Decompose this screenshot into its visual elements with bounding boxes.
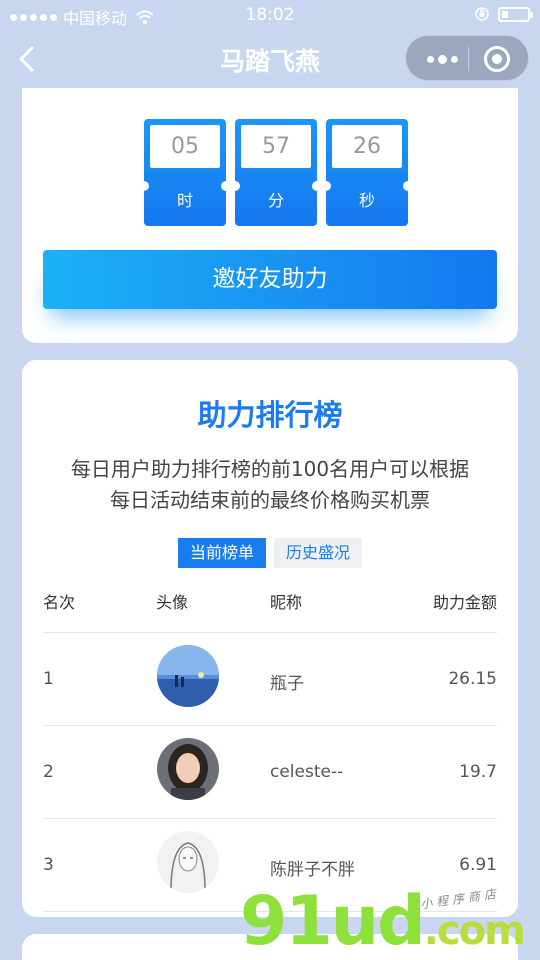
ranking-card: 助力排行榜 每日用户助力排行榜的前100名用户可以根据 每日活动结束前的最终价格… <box>22 360 518 917</box>
ranking-description: 每日用户助力排行榜的前100名用户可以根据 每日活动结束前的最终价格购买机票 <box>32 454 508 516</box>
header-rank: 名次 <box>43 593 76 612</box>
row-nickname: 陈胖子不胖 <box>270 860 355 880</box>
watermark-logo: 91ud.com 小程序商店 <box>240 884 540 960</box>
rotation-lock-icon <box>475 7 489 21</box>
row-nickname: celeste-- <box>270 762 344 782</box>
battery-icon <box>498 6 533 22</box>
header-avatar: 头像 <box>156 593 189 612</box>
ranking-description-line2: 每日活动结束前的最终价格购买机票 <box>110 488 430 512</box>
countdown-minutes: 57 分 <box>230 119 322 226</box>
ranking-description-line1: 每日用户助力排行榜的前100名用户可以根据 <box>70 457 470 481</box>
ranking-tabs: 当前榜单 历史盛况 <box>22 538 518 568</box>
status-right <box>474 6 533 22</box>
hours-value: 05 <box>150 125 220 168</box>
status-time: 18:02 <box>245 5 295 25</box>
minutes-label: 分 <box>267 191 284 210</box>
table-row[interactable]: 1 瓶子 26.15 <box>43 633 497 726</box>
tab-current-ranking[interactable]: 当前榜单 <box>177 538 266 568</box>
mini-program-capsule <box>405 35 529 81</box>
row-amount: 26.15 <box>448 669 497 689</box>
nav-bar: 马踏飞燕 <box>0 30 540 88</box>
more-menu-button[interactable] <box>420 36 464 82</box>
avatar <box>157 738 219 800</box>
row-amount: 6.91 <box>459 855 497 875</box>
invite-friends-button[interactable]: 邀好友助力 <box>43 250 497 309</box>
table-row[interactable]: 2 celeste-- 19.7 <box>43 726 497 819</box>
capsule-divider <box>468 47 469 71</box>
ranking-table: 名次 头像 昵称 助力金额 1 瓶子 26.15 2 celeste-- 19.… <box>43 576 497 912</box>
row-rank: 1 <box>43 669 54 689</box>
close-mini-program-button[interactable] <box>484 46 510 72</box>
countdown-card: 05 时 57 分 26 秒 邀好友助力 <box>22 88 518 343</box>
seconds-label: 秒 <box>358 191 375 210</box>
row-rank: 3 <box>43 855 54 875</box>
avatar <box>157 645 219 707</box>
countdown-seconds: 26 秒 <box>321 119 413 226</box>
row-rank: 2 <box>43 762 54 782</box>
status-bar: 中国移动 18:02 <box>0 0 540 30</box>
minutes-value: 57 <box>241 125 311 168</box>
row-amount: 19.7 <box>459 762 497 782</box>
seconds-value: 26 <box>332 125 402 168</box>
row-nickname: 瓶子 <box>270 674 304 694</box>
hours-label: 时 <box>176 191 193 210</box>
countdown-hours: 05 时 <box>139 119 231 226</box>
header-amount: 助力金额 <box>432 593 497 612</box>
header-nickname: 昵称 <box>270 593 303 612</box>
avatar <box>157 831 219 893</box>
ranking-title: 助力排行榜 <box>197 398 343 432</box>
table-header: 名次 头像 昵称 助力金额 <box>43 576 497 633</box>
tab-history[interactable]: 历史盛况 <box>274 538 363 568</box>
